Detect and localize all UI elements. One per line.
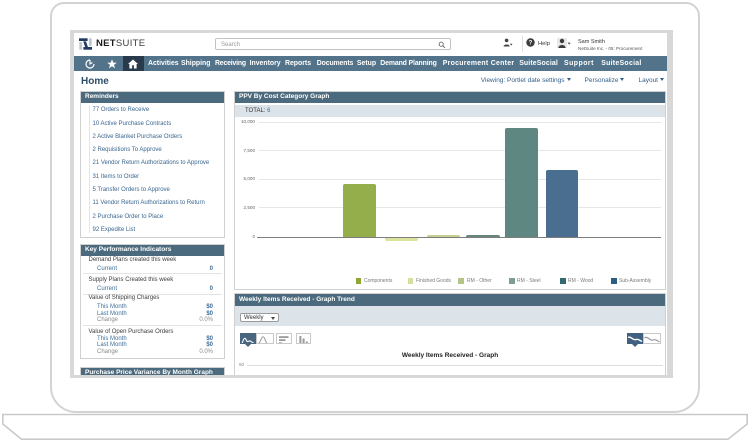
svg-text:?: ?: [529, 41, 533, 47]
